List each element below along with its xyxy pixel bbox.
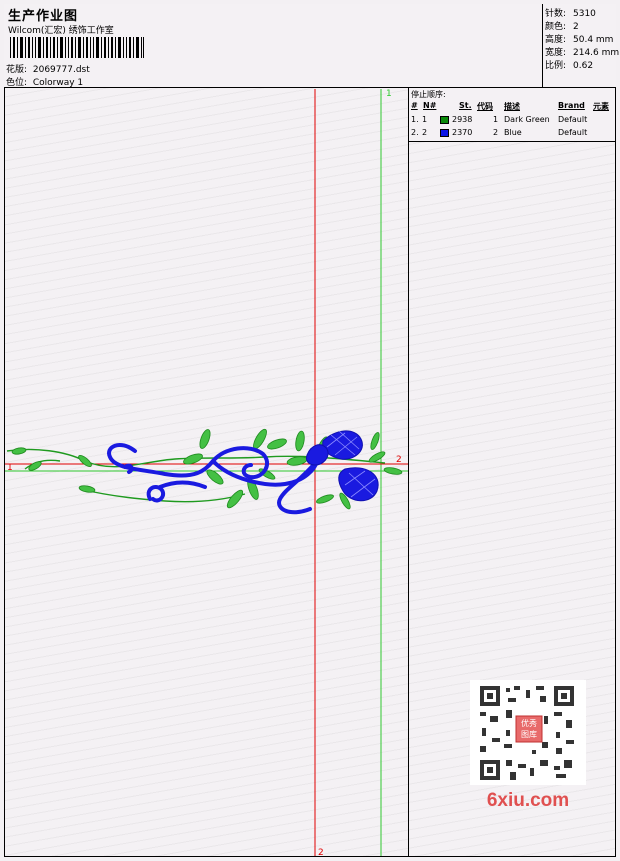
stop-row-brand: Default <box>558 115 588 124</box>
green-horizontal-guide-label: 1 <box>7 463 13 473</box>
stop-row-needle: 1 <box>422 115 428 124</box>
col-header-description: 描述 <box>504 102 520 111</box>
stitch-count-label: 针数: <box>545 9 567 19</box>
design-width: 宽度: 214.6 mm <box>545 45 619 58</box>
stop-row-needle: 2 <box>422 128 428 137</box>
barcode <box>10 37 144 58</box>
worksheet-header: 生产作业图 Wilcom(汇宏) 绣饰工作室 花版: 2069777.dst 色… <box>4 4 619 88</box>
col-header-code: 代码 <box>477 102 493 111</box>
stop-row-code: 2 <box>493 128 499 137</box>
stop-sequence-title: 停止顺序: <box>411 90 446 99</box>
colorway-line: 色位: Colorway 1 <box>6 75 83 88</box>
col-header-brand: Brand <box>558 101 585 110</box>
stop-row-stitches: 2938 <box>452 115 473 124</box>
design-width-label: 宽度: <box>545 48 567 58</box>
stamp-seal-text: 优秀 <box>521 718 537 728</box>
design-file-label: 花版: <box>6 65 28 75</box>
embroidery-preview: 1 2 2 1 <box>5 89 408 856</box>
stamp-seal-text-2: 图库 <box>521 729 537 739</box>
green-vertical-guide-label: 1 <box>386 89 392 99</box>
design-height-label: 高度: <box>545 35 567 45</box>
stop-row-stitches: 2370 <box>452 128 473 137</box>
stop-row-2: 2. 2 2370 2 Blue Default <box>409 128 615 140</box>
stitch-count-value: 5310 <box>573 9 596 19</box>
design-scale-value: 0.62 <box>573 61 594 71</box>
stop-row-description: Blue <box>504 128 522 137</box>
thread-color-swatch <box>440 116 449 124</box>
watermark-text: 6xiu.com <box>487 790 569 811</box>
colorway-value: Colorway 1 <box>32 78 84 88</box>
stop-row-index: 2. <box>411 128 419 137</box>
design-file-value: 2069777.dst <box>32 65 90 75</box>
design-height: 高度: 50.4 mm <box>545 32 613 45</box>
design-file-line: 花版: 2069777.dst <box>6 62 90 75</box>
stop-sequence-panel: 停止顺序: # N# St. 代码 描述 Brand 元素 1. 1 2938 … <box>409 88 615 142</box>
design-scale-label: 比例: <box>545 61 567 71</box>
worksheet-title: 生产作业图 <box>8 9 79 24</box>
col-header-index: # <box>411 101 418 110</box>
col-header-stitches: St. <box>459 101 472 110</box>
red-vertical-guide-label: 2 <box>318 848 324 856</box>
stop-row-1: 1. 1 2938 1 Dark Green Default <box>409 115 615 127</box>
red-horizontal-guide-label: 2 <box>396 455 402 465</box>
color-count-value: 2 <box>573 22 579 32</box>
stop-row-description: Dark Green <box>504 115 550 124</box>
worksheet-subtitle: Wilcom(汇宏) 绣饰工作室 <box>8 26 114 36</box>
design-width-value: 214.6 mm <box>573 48 620 58</box>
design-height-value: 50.4 mm <box>573 35 614 45</box>
color-count: 颜色: 2 <box>545 19 579 32</box>
col-header-needle: N# <box>423 101 437 110</box>
watermark-qr-logo: 优秀 图库 6xiu.com <box>470 680 586 811</box>
panel-divider <box>408 88 409 857</box>
design-stats: 针数: 5310 颜色: 2 高度: 50.4 mm 宽度: 214.6 mm 比例: 0… <box>542 4 619 87</box>
design-scale: 比例: 0.62 <box>545 58 593 71</box>
color-count-label: 颜色: <box>545 22 567 32</box>
stitch-count: 针数: 5310 <box>545 6 596 19</box>
thread-color-swatch <box>440 129 449 137</box>
col-header-element: 元素 <box>593 102 609 111</box>
stop-row-brand: Default <box>558 128 588 137</box>
stop-row-index: 1. <box>411 115 419 124</box>
colorway-label: 色位: <box>6 78 28 88</box>
stop-row-code: 1 <box>493 115 499 124</box>
